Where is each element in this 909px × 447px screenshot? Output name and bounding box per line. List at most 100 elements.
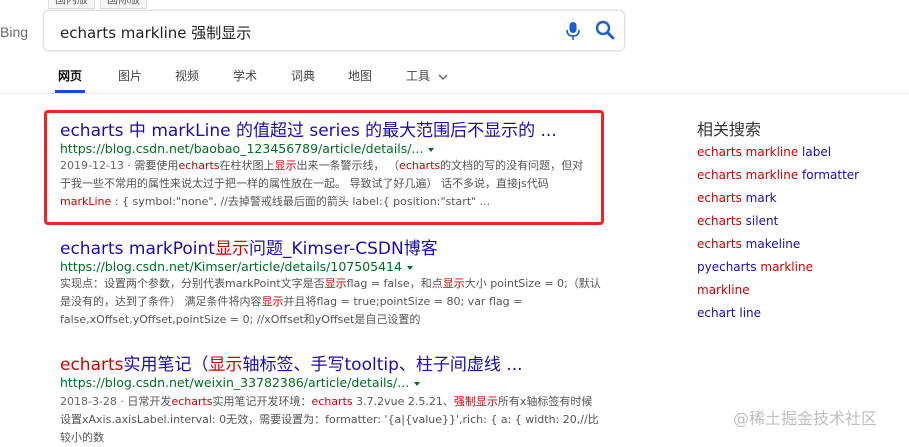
related-search-link[interactable]: echarts markline label <box>697 145 831 159</box>
snippet-segment: 在柱状图上 <box>219 159 275 172</box>
related-search-part: markline <box>760 260 813 274</box>
snippet-line: markLine : { symbol:"none", //去掉警戒线最后面的箭… <box>60 193 605 211</box>
snippet-line: false,xOffset,yOffset,pointSize = 0; //x… <box>60 311 605 329</box>
snippet-segment: · 需要使用 <box>123 159 179 172</box>
related-searches-title: 相关搜索 <box>697 120 762 139</box>
bing-logo[interactable]: Bing <box>0 24 28 40</box>
snippet-segment: 设置xAxis.axisLabel.interval: 0无效，需要设置为：fo… <box>60 413 599 444</box>
snippet-segment: : { symbol:"none", //去掉警戒线最后面的箭头 label:{… <box>111 195 491 208</box>
tab-maps[interactable]: 地图 <box>348 67 372 84</box>
related-search-part: silent <box>741 214 779 228</box>
snippet-segment: · 日常开发 <box>116 395 172 408</box>
snippet-segment: 出来一条警示线， （ <box>296 159 400 172</box>
related-search-part: label <box>798 145 832 159</box>
result-title-part: 问题_Kimser-CSDN博客 <box>248 239 438 259</box>
caret-down-icon[interactable] <box>414 381 421 386</box>
snippet-segment: 显示 <box>324 277 347 290</box>
result-url[interactable]: https://blog.csdn.net/weixin_33782386/ar… <box>60 375 421 390</box>
search-icon[interactable] <box>595 20 615 40</box>
related-search-part: echart line <box>697 306 762 320</box>
result-title-part: echarts <box>60 239 124 259</box>
snippet-line: 设置xAxis.axisLabel.interval: 0无效，需要设置为：fo… <box>60 411 605 447</box>
tab-academic[interactable]: 学术 <box>233 67 257 84</box>
related-search-part: echarts <box>697 191 742 205</box>
related-search-part: mark <box>741 191 777 205</box>
result-title-part: echarts <box>60 355 124 375</box>
related-search-part: echarts <box>697 237 742 251</box>
result-url-text: https://blog.csdn.net/Kimser/article/det… <box>60 259 402 274</box>
snippet-line: 实现点：设置两个参数，分别代表markPoint文字是否显示flag = fal… <box>60 275 605 293</box>
tab-tools[interactable]: 工具 <box>406 67 448 84</box>
related-search-link[interactable]: echarts makeline <box>697 237 800 251</box>
snippet-segment: 的文档的写的没有问题，但对 <box>440 159 584 172</box>
snippet-segment: 大小 pointSize = 0;（默认 <box>464 277 601 290</box>
related-search-part: formatter <box>798 168 860 182</box>
snippet-segment: false,xOffset,yOffset,pointSize = 0; //x… <box>60 313 421 326</box>
snippet-segment: 所有x轴标签有时候 <box>497 395 593 408</box>
tab-images[interactable]: 图片 <box>118 67 142 84</box>
related-search-link[interactable]: markline <box>697 283 750 297</box>
tab-tools-label: 工具 <box>406 69 431 83</box>
chevron-down-icon <box>438 74 448 80</box>
result-title[interactable]: echarts 中 markLine 的值超过 series 的最大范围后不显示… <box>60 116 557 141</box>
result-title[interactable]: echarts markPoint显示问题_Kimser-CSDN博客 <box>60 234 438 259</box>
snippet-segment: flag = false，和点 <box>346 277 443 290</box>
snippet-line: 2018-3-28 · 日常开发echarts实用笔记开发环境：echarts … <box>60 393 605 411</box>
result-title-part: 轴标签、手写tooltip、柱子间虚线 ... <box>242 355 523 375</box>
snippet-segment: 是没有的，达到了条件） 满足条件将内容 <box>60 295 262 308</box>
snippet-segment: 显示 <box>442 277 465 290</box>
result-title-part: 实用笔记（ <box>123 355 209 375</box>
result-url-text: https://blog.csdn.net/weixin_33782386/ar… <box>60 375 410 390</box>
result-snippet: 2019-12-13 · 需要使用echarts在柱状图上显示出来一条警示线， … <box>60 157 605 211</box>
tab-web[interactable]: 网页 <box>58 67 82 84</box>
caret-down-icon[interactable] <box>406 265 413 270</box>
related-search-link[interactable]: pyecharts markline <box>697 260 813 274</box>
result-snippet: 实现点：设置两个参数，分别代表markPoint文字是否显示flag = fal… <box>60 275 605 329</box>
region-tab-domestic[interactable]: 国内版 <box>48 0 95 9</box>
result-url[interactable]: https://blog.csdn.net/baobao_123456789/a… <box>60 141 435 156</box>
watermark: @稀土掘金技术社区 <box>733 409 878 428</box>
result-title-part: echarts 中 markLine 的值超过 series 的最大范围后不显示… <box>60 121 557 141</box>
related-search-part: echarts markline <box>697 145 799 159</box>
related-search-link[interactable]: echarts mark <box>697 191 777 205</box>
related-search-link[interactable]: echarts silent <box>697 214 778 228</box>
related-search-link[interactable]: echart line <box>697 306 761 320</box>
tab-videos[interactable]: 视频 <box>175 67 199 84</box>
snippet-segment: 于我一些不常用的属性来说太过于把一样的属性放在一起。 导致试了好几遍） 话不多说… <box>60 177 549 190</box>
related-search-part: makeline <box>741 237 801 251</box>
result-title-part: 显示 <box>214 239 249 259</box>
result-url-text: https://blog.csdn.net/baobao_123456789/a… <box>60 141 424 156</box>
related-search-part: echarts <box>697 214 742 228</box>
result-snippet: 2018-3-28 · 日常开发echarts实用笔记开发环境：echarts … <box>60 393 605 447</box>
search-input[interactable]: echarts markline 强制显示 <box>60 22 251 43</box>
header-divider <box>0 93 909 94</box>
region-tab-international[interactable]: 国际版 <box>100 0 147 9</box>
snippet-segment: 3.7.2vue 2.5.21、 <box>352 395 454 408</box>
snippet-segment: 实用笔记开发环境： <box>212 395 312 408</box>
caret-down-icon[interactable] <box>428 147 435 152</box>
microphone-icon[interactable] <box>565 21 581 41</box>
related-search-part: echarts markline <box>697 168 799 182</box>
snippet-segment: 强制显示 <box>453 395 498 408</box>
snippet-segment: 2019-12-13 <box>60 159 124 172</box>
snippet-segment: 并且将flag = true;pointSize = 80; var flag … <box>283 295 523 308</box>
result-title-part: 显示 <box>208 355 243 375</box>
snippet-segment: 实现点：设置两个参数，分别代表markPoint文字是否 <box>60 277 325 290</box>
snippet-line: 于我一些不常用的属性来说太过于把一样的属性放在一起。 导致试了好几遍） 话不多说… <box>60 175 605 193</box>
related-search-link[interactable]: echarts markline formatter <box>697 168 859 182</box>
snippet-segment: echarts <box>311 395 353 408</box>
result-title-part: markPoint <box>123 239 215 259</box>
snippet-segment: 显示 <box>261 295 284 308</box>
snippet-segment: 显示 <box>274 159 297 172</box>
result-title[interactable]: echarts实用笔记（显示轴标签、手写tooltip、柱子间虚线 ... <box>60 350 523 375</box>
snippet-line: 2019-12-13 · 需要使用echarts在柱状图上显示出来一条警示线， … <box>60 157 605 175</box>
snippet-segment: markLine <box>60 195 112 208</box>
snippet-line: 是没有的，达到了条件） 满足条件将内容显示并且将flag = true;poin… <box>60 293 605 311</box>
tab-dictionary[interactable]: 词典 <box>291 67 315 84</box>
snippet-segment: echarts <box>171 395 213 408</box>
result-url[interactable]: https://blog.csdn.net/Kimser/article/det… <box>60 259 413 274</box>
related-search-part: markline <box>697 283 750 297</box>
related-search-part: pyecharts <box>697 260 761 274</box>
snippet-segment: echarts <box>178 159 220 172</box>
snippet-segment: 2018-3-28 <box>60 395 117 408</box>
